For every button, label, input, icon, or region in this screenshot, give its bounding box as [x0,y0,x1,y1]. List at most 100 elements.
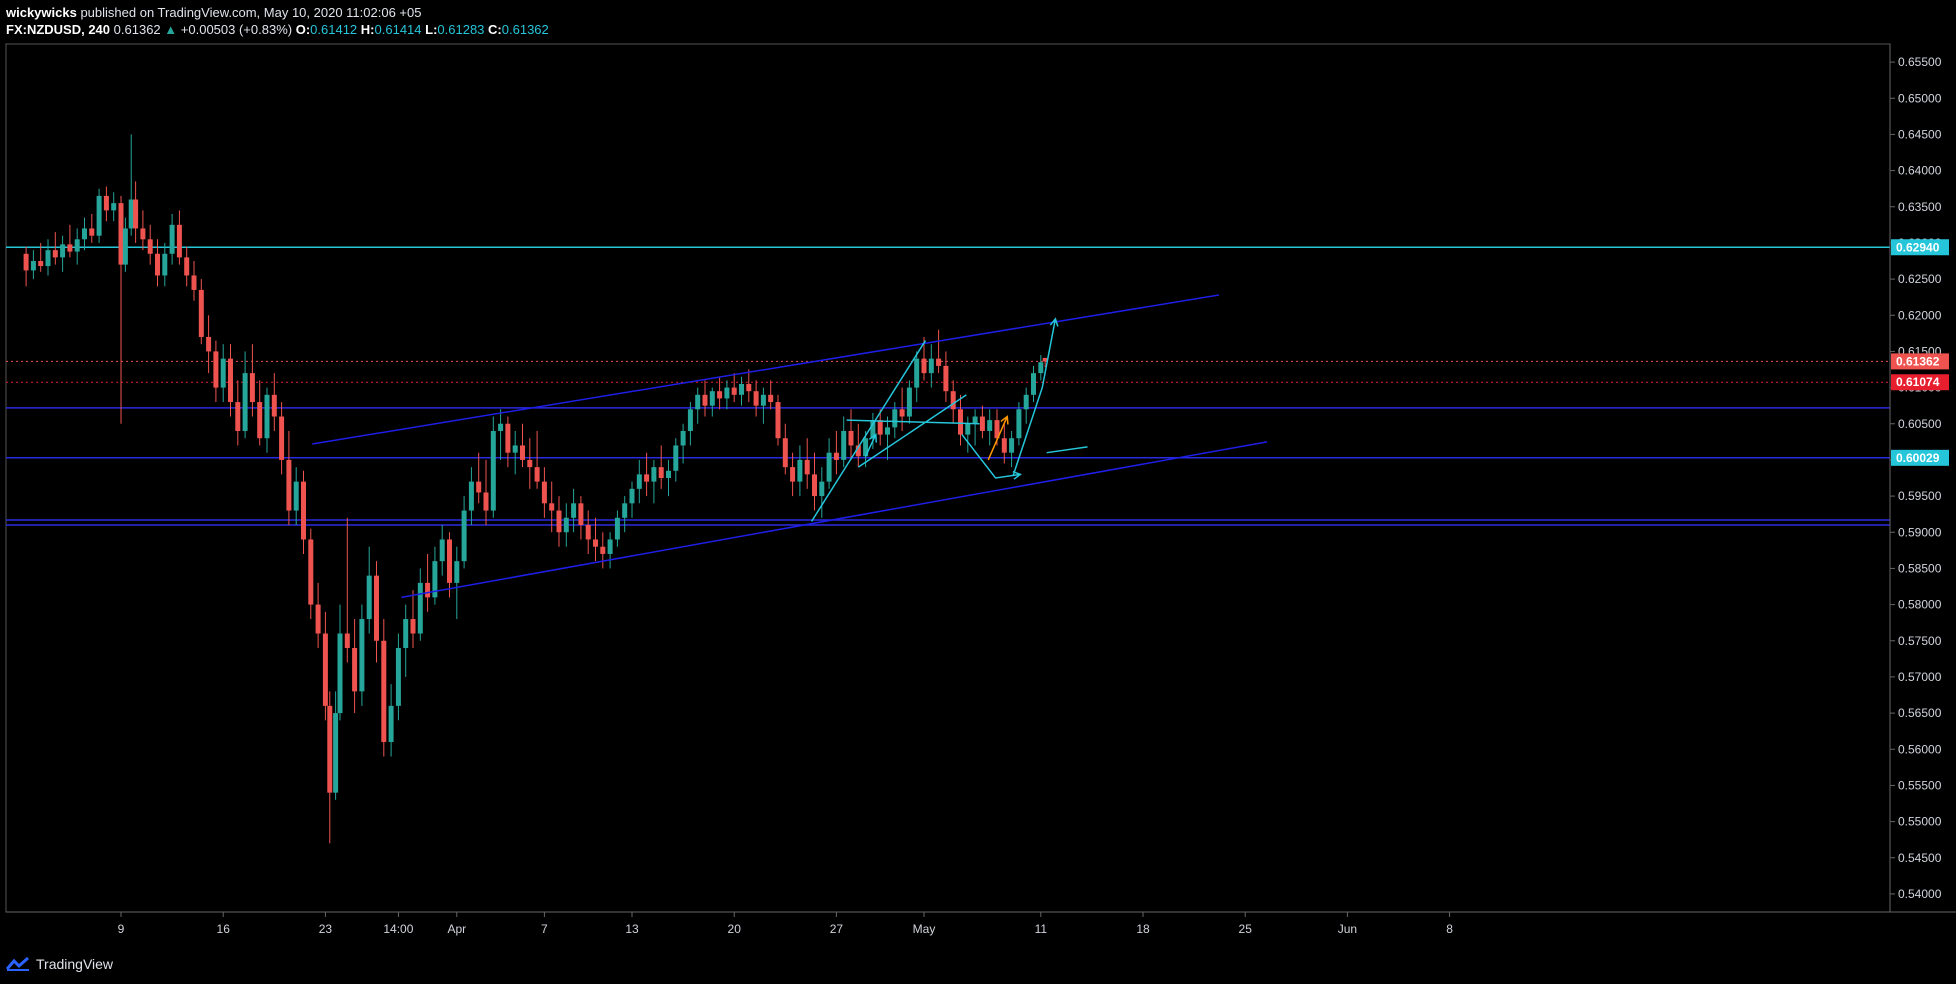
candle-body-20 [162,253,168,276]
candle-body-6 [67,244,73,252]
candle-body-114 [841,430,847,460]
candle-body-23 [184,257,190,276]
candle-body-18 [147,239,153,254]
y-tick-label-13: 0.59000 [1898,525,1942,539]
y-tick-label-14: 0.58500 [1898,561,1942,575]
candle-body-96 [709,391,715,406]
candle-body-75 [556,510,562,533]
candle-body-70 [520,445,525,460]
candle-body-50 [374,575,379,641]
time-axis[interactable]: 9 16 23 14:00 Apr 7 13 20 27 May 11 18 25 Jun 8 [118,912,1454,936]
x-tick-label-3: 14:00 [383,922,413,936]
candle-body-0 [23,253,29,271]
candle-body-38 [293,481,299,511]
candle-body-43 [327,705,333,793]
candle-body-128 [943,365,949,392]
candle-body-127 [936,358,942,366]
candle-body-137 [1009,438,1015,453]
candle-body-41 [315,604,321,634]
candle-body-37 [286,459,292,511]
x-tick-label-7: 20 [728,922,742,936]
candle-body-90 [666,470,671,478]
candle-body-67 [498,423,504,431]
x-tick-label-4: Apr [447,922,466,936]
candle-body-63 [468,481,474,511]
x-tick-label-9: May [913,922,936,936]
candle-body-84 [622,503,628,518]
price-axis[interactable]: 0.655000.650000.645000.640000.635000.630… [1890,55,1949,901]
price-chart[interactable]: 0.655000.650000.645000.640000.635000.630… [0,0,1956,950]
footer-brand[interactable]: TradingView [36,956,113,972]
candle-body-61 [454,561,460,583]
candle-body-82 [607,539,613,554]
candle-body-65 [483,492,489,511]
candle-body-140 [1031,373,1036,395]
y-tick-label-12: 0.59500 [1898,489,1942,503]
candle-body-74 [549,503,555,511]
candle-body-86 [636,474,642,489]
candle-body-99 [731,387,737,395]
candle-body-72 [534,467,540,482]
candle-body-2 [38,261,44,267]
candle-body-129 [950,391,956,410]
candle-body-47 [352,647,358,692]
candle-body-44 [333,713,339,793]
candle-body-39 [301,481,306,540]
candle-body-32 [249,373,255,403]
candle-body-133 [979,416,985,431]
y-tick-label-23: 0.54000 [1898,887,1942,901]
candle-body-3 [45,250,51,267]
candle-body-53 [395,647,401,706]
x-tick-label-13: Jun [1338,922,1357,936]
candle-body-11 [103,195,109,211]
candle-body-45 [337,633,343,714]
y-tick-label-7: 0.62000 [1898,308,1942,322]
candle-body-46 [344,633,350,648]
trend-line-2 [810,340,927,522]
candle-body-30 [235,402,241,431]
x-tick-label-5: 7 [541,922,548,936]
candle-body-36 [279,416,285,460]
candle-body-103 [760,394,766,406]
y-tick-label-16: 0.57500 [1898,634,1942,648]
candle-body-136 [1001,438,1007,453]
candle-body-40 [308,539,314,605]
candle-body-51 [381,640,387,743]
candle-body-62 [461,510,467,562]
x-tick-label-10: 11 [1035,922,1048,936]
y-tick-label-18: 0.56500 [1898,706,1942,720]
y-tick-label-15: 0.58000 [1898,598,1942,612]
candle-body-123 [906,387,912,417]
x-tick-label-1: 16 [217,922,231,936]
candle-body-122 [899,409,905,417]
candle-body-110 [812,474,817,497]
y-tick-label-20: 0.55500 [1898,778,1942,792]
x-tick-label-12: 25 [1239,922,1253,936]
candle-body-14 [122,228,128,265]
candle-body-131 [965,423,971,435]
candle-body-101 [746,383,752,392]
price-label-text-3: 0.60029 [1896,451,1940,465]
candle-body-130 [958,409,963,435]
candle-body-113 [833,452,839,460]
candle-body-81 [600,546,606,554]
candle-body-5 [60,244,66,258]
y-tick-label-19: 0.56000 [1898,742,1942,756]
tradingview-logo-icon [6,957,29,971]
candle-body-138 [1016,409,1022,439]
price-label-text-2: 0.61074 [1896,375,1940,389]
y-tick-label-0: 0.65500 [1898,55,1942,69]
candle-body-120 [885,427,890,435]
candle-body-1 [30,261,36,271]
trend-line-0 [312,294,1220,445]
candle-body-59 [439,539,445,562]
candle-body-60 [447,539,452,583]
candle-body-66 [490,430,496,511]
x-tick-label-11: 18 [1136,922,1150,936]
candle-body-77 [571,503,577,518]
candle-body-34 [264,394,270,439]
candle-body-139 [1023,394,1029,410]
y-tick-label-6: 0.62500 [1898,272,1942,286]
candle-body-64 [476,481,482,493]
x-tick-label-2: 23 [319,922,333,936]
